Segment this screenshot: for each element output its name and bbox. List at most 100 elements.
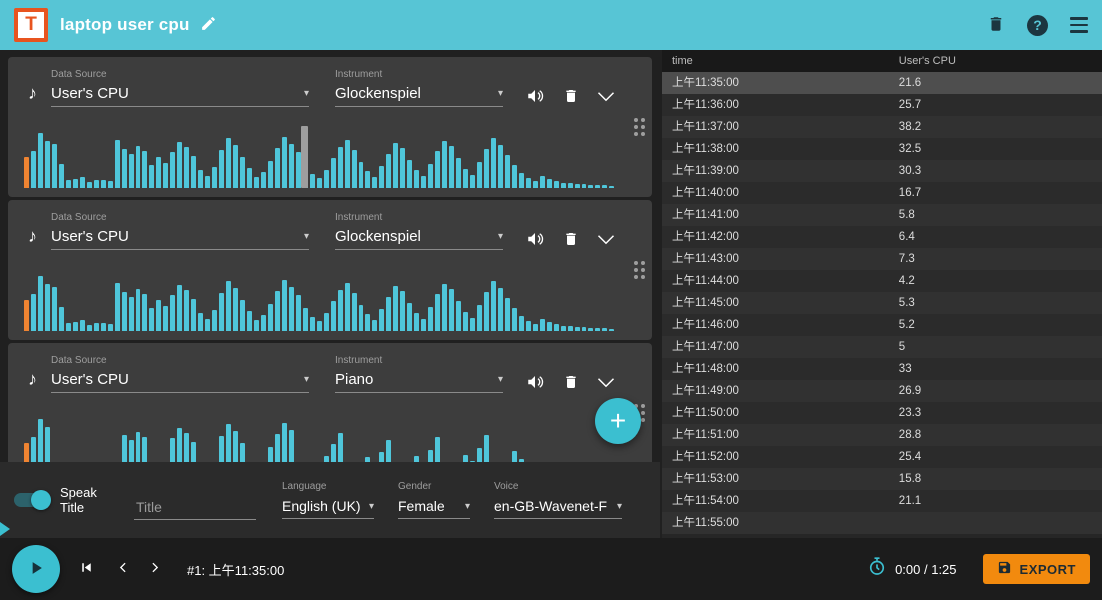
chart-bar[interactable] — [128, 154, 134, 188]
chart-bar[interactable] — [511, 451, 517, 462]
table-row[interactable]: 上午11:48:00 33 — [662, 358, 1102, 380]
chart-bar[interactable] — [435, 437, 441, 462]
chart-bar[interactable] — [274, 291, 280, 331]
chart-bar[interactable] — [44, 140, 50, 188]
chart-bar[interactable] — [560, 182, 566, 188]
chart-bar[interactable] — [490, 281, 496, 331]
chart-bar[interactable] — [344, 282, 350, 331]
chart-bar[interactable] — [323, 313, 329, 331]
chart-bar[interactable] — [351, 149, 357, 188]
chart-bar[interactable] — [58, 306, 64, 331]
table-row[interactable]: 上午11:35:00 21.6 — [662, 72, 1102, 94]
data-table-body[interactable]: 上午11:35:00 21.6 上午11:36:00 25.7 上午11:37:00 38… — [662, 72, 1102, 538]
chart-bar[interactable] — [595, 328, 601, 331]
chart-bar[interactable] — [24, 442, 29, 462]
expand-track-icon[interactable] — [597, 91, 615, 102]
chart-bar[interactable] — [44, 283, 50, 331]
skip-to-start-button[interactable] — [78, 559, 95, 579]
chart-bar[interactable] — [595, 185, 601, 188]
chart-bar[interactable] — [205, 175, 211, 188]
chart-bar[interactable] — [428, 449, 434, 462]
chart-bar[interactable] — [253, 319, 259, 331]
chart-bar[interactable] — [525, 178, 531, 188]
chart-bar[interactable] — [309, 317, 315, 331]
chart-bar[interactable] — [463, 311, 468, 331]
chart-bar[interactable] — [539, 319, 545, 331]
chart-bar[interactable] — [142, 294, 148, 331]
chart-bar[interactable] — [428, 306, 434, 331]
chart-bar[interactable] — [163, 163, 169, 188]
chart-bar[interactable] — [260, 315, 266, 331]
chart-bar[interactable] — [93, 323, 99, 331]
chart-bar[interactable] — [504, 297, 510, 331]
chart-bar[interactable] — [191, 155, 197, 188]
chart-bar[interactable] — [435, 151, 441, 188]
chart-bar[interactable] — [233, 144, 239, 188]
chart-bar[interactable] — [86, 324, 92, 331]
chart-bar[interactable] — [386, 296, 392, 331]
chart-bar[interactable] — [177, 284, 183, 331]
chart-bar[interactable] — [609, 328, 615, 331]
volume-icon[interactable] — [525, 230, 545, 248]
chart-bar[interactable] — [581, 327, 587, 331]
chart-bar[interactable] — [553, 181, 559, 188]
chart-bar[interactable] — [170, 438, 176, 462]
chart-bar[interactable] — [414, 313, 420, 331]
chart-bar[interactable] — [511, 165, 517, 188]
chart-bar[interactable] — [316, 321, 322, 331]
previous-button[interactable] — [117, 559, 130, 579]
chart-bar[interactable] — [281, 280, 287, 331]
table-row[interactable]: 上午11:54:00 21.1 — [662, 490, 1102, 512]
table-row[interactable]: 上午11:52:00 25.4 — [662, 446, 1102, 468]
chart-bar[interactable] — [574, 326, 580, 331]
table-row[interactable]: 上午11:41:00 5.8 — [662, 204, 1102, 226]
table-row[interactable]: 上午11:49:00 26.9 — [662, 380, 1102, 402]
chart-bar[interactable] — [30, 150, 36, 188]
chart-bar[interactable] — [295, 152, 301, 188]
chart-bar[interactable] — [295, 295, 301, 331]
chart-bar[interactable] — [574, 183, 580, 188]
track-visualization[interactable] — [24, 273, 615, 331]
chart-bar[interactable] — [72, 178, 78, 188]
table-row[interactable]: 上午11:39:00 30.3 — [662, 160, 1102, 182]
chart-bar[interactable] — [37, 132, 43, 188]
chart-bar[interactable] — [379, 165, 385, 188]
chart-bar[interactable] — [247, 310, 252, 331]
chart-bar[interactable] — [393, 142, 399, 188]
chart-bar[interactable] — [525, 321, 531, 331]
chart-bar[interactable] — [476, 305, 482, 331]
chart-bar[interactable] — [567, 183, 573, 188]
chart-bar[interactable] — [567, 326, 573, 331]
delete-track-icon[interactable] — [563, 230, 579, 248]
data-source-select[interactable]: User's CPU ▾ — [51, 371, 309, 393]
chart-bar[interactable] — [588, 327, 594, 331]
chart-bar[interactable] — [72, 321, 78, 331]
chart-bar[interactable] — [379, 451, 385, 462]
chart-bar[interactable] — [51, 287, 57, 331]
delete-track-icon[interactable] — [563, 373, 579, 391]
chart-bar[interactable] — [490, 138, 496, 188]
chart-bar[interactable] — [37, 275, 43, 331]
chart-bar[interactable] — [518, 173, 524, 188]
drag-handle[interactable] — [626, 200, 652, 340]
chart-bar[interactable] — [497, 145, 503, 188]
table-row[interactable]: 上午11:42:00 6.4 — [662, 226, 1102, 248]
chart-bar[interactable] — [24, 156, 29, 188]
chart-bar[interactable] — [532, 324, 538, 331]
chart-bar[interactable] — [253, 176, 259, 188]
chart-bar[interactable] — [219, 150, 225, 188]
chart-bar[interactable] — [184, 289, 190, 331]
chart-bar[interactable] — [79, 320, 85, 331]
chart-bar[interactable] — [135, 146, 141, 188]
instrument-select[interactable]: Piano ▾ — [335, 371, 503, 393]
chart-bar[interactable] — [58, 163, 64, 188]
chart-bar[interactable] — [358, 161, 364, 188]
chart-bar[interactable] — [142, 151, 148, 188]
menu-button[interactable] — [1070, 17, 1088, 33]
chart-bar[interactable] — [497, 288, 503, 331]
table-row[interactable]: 上午11:40:00 16.7 — [662, 182, 1102, 204]
chart-bar[interactable] — [149, 165, 155, 188]
chart-bar[interactable] — [421, 318, 427, 331]
chart-bar[interactable] — [323, 170, 329, 188]
chart-bar[interactable] — [435, 294, 441, 331]
